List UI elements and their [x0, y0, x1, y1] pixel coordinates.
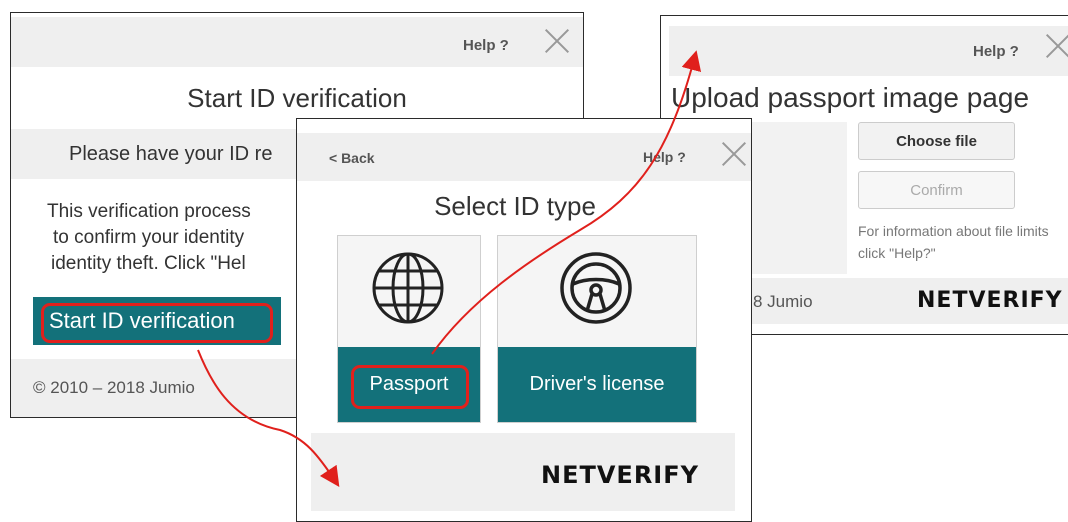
confirm-button[interactable]: Confirm: [858, 171, 1015, 209]
highlight-box: [41, 303, 273, 343]
back-link[interactable]: < Back: [329, 150, 375, 166]
close-icon[interactable]: [721, 141, 747, 167]
copyright-text: 8 Jumio: [753, 292, 813, 311]
id-option-drivers-license[interactable]: Driver's license: [497, 235, 697, 423]
notice-text: Please have your ID re: [69, 143, 273, 165]
choose-file-button[interactable]: Choose file: [858, 122, 1015, 160]
description-line: to confirm your identity: [53, 227, 245, 248]
help-link[interactable]: Help ?: [643, 149, 686, 165]
drivers-license-label: Driver's license: [498, 347, 696, 422]
copyright-text: © 2010 – 2018 Jumio: [33, 378, 195, 397]
description-text: This verification process to confirm you…: [47, 199, 251, 277]
help-link[interactable]: Help ?: [463, 37, 509, 54]
page-title: Select ID type: [434, 191, 596, 221]
netverify-logo: NETVERIFY: [541, 461, 700, 489]
file-limits-info: For information about file limits click …: [858, 223, 1049, 261]
close-icon[interactable]: [544, 28, 570, 54]
select-id-type-window: < Back Help ? Select ID type Passport Dr…: [296, 118, 752, 522]
steering-wheel-icon: [560, 252, 632, 324]
close-icon[interactable]: [1045, 33, 1068, 59]
globe-icon: [372, 252, 444, 324]
description-line: identity theft. Click "Hel: [51, 253, 246, 274]
page-title: Upload passport image page: [671, 82, 1030, 113]
highlight-box: [351, 365, 469, 409]
help-link[interactable]: Help ?: [973, 43, 1019, 60]
page-title: Start ID verification: [187, 83, 407, 113]
description-line: This verification process: [47, 201, 251, 222]
netverify-logo: NETVERIFY: [917, 288, 1063, 313]
